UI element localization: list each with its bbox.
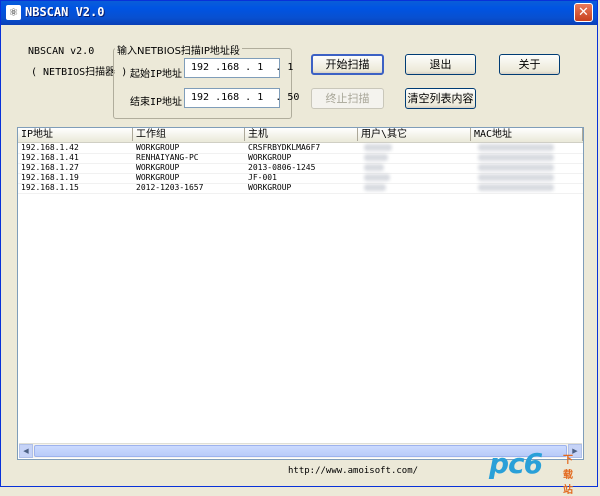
cell-host: WORKGROUP [248, 183, 292, 192]
stop-scan-button[interactable]: 终止扫描 [311, 88, 384, 109]
redacted-user [364, 184, 386, 191]
cell-host: JF-001 [248, 173, 277, 182]
redacted-mac [478, 154, 554, 161]
app-icon: ⚛ [6, 5, 21, 20]
redacted-mac [478, 144, 554, 151]
column-user[interactable]: 用户\其它 [358, 128, 471, 141]
end-ip-label: 结束IP地址 [130, 97, 183, 108]
cell-ip: 192.168.1.41 [21, 153, 79, 162]
cell-workgroup: 2012-1203-1657 [136, 183, 204, 192]
table-row[interactable]: 192.168.1.15 2012-1203-1657 WORKGROUP [18, 183, 583, 194]
app-version-label: NBSCAN v2.0 [28, 46, 95, 57]
cell-ip: 192.168.1.42 [21, 143, 79, 152]
exit-button[interactable]: 退出 [405, 54, 476, 75]
start-ip-label: 起始IP地址 [130, 69, 183, 80]
redacted-mac [478, 184, 554, 191]
cell-host: WORKGROUP [248, 153, 292, 162]
cell-workgroup: WORKGROUP [136, 163, 180, 172]
column-ip[interactable]: IP地址 [18, 128, 133, 141]
watermark-logo: pc6 下载站 [489, 447, 573, 496]
redacted-mac [478, 164, 554, 171]
redacted-user [364, 154, 388, 161]
end-ip-input[interactable]: 192 .168 . 1 . 50 [184, 88, 299, 108]
cell-ip: 192.168.1.15 [21, 183, 79, 192]
close-button[interactable]: ✕ [574, 3, 593, 22]
results-list[interactable]: IP地址 工作组 主机 用户\其它 MAC地址 192.168.1.42 WOR… [17, 127, 584, 460]
column-host[interactable]: 主机 [245, 128, 358, 141]
about-button[interactable]: 关于 [499, 54, 560, 75]
window-title: NBSCAN V2.0 [25, 5, 105, 19]
scrollbar-thumb[interactable] [34, 445, 567, 457]
cell-host: CRSFRBYDKLMA6F7 [248, 143, 321, 152]
column-mac[interactable]: MAC地址 [471, 128, 583, 141]
cell-ip: 192.168.1.19 [21, 173, 79, 182]
scroll-left-icon[interactable]: ◀ [19, 444, 33, 458]
cell-workgroup: RENHAIYANG-PC [136, 153, 199, 162]
title-bar[interactable]: ⚛ NBSCAN V2.0 ✕ [1, 1, 597, 25]
cell-host: 2013-0806-1245 [248, 163, 316, 172]
cell-ip: 192.168.1.27 [21, 163, 79, 172]
website-url: http://www.amoisoft.com/ [288, 466, 419, 476]
redacted-user [364, 144, 392, 151]
redacted-user [364, 174, 390, 181]
app-window: ⚛ NBSCAN V2.0 ✕ NBSCAN v2.0 ( NETBIOS扫描器… [0, 0, 598, 496]
redacted-mac [478, 174, 554, 181]
watermark-sub: 下载站 [563, 455, 573, 496]
cell-workgroup: WORKGROUP [136, 173, 180, 182]
redacted-user [364, 164, 384, 171]
watermark-text: pc6 [489, 447, 543, 480]
start-ip-input[interactable]: 192 .168 . 1 . 1 [184, 58, 293, 78]
ip-range-group-title: 输入NETBIOS扫描IP地址段 [115, 42, 242, 57]
clear-list-button[interactable]: 清空列表内容 [405, 88, 476, 109]
column-workgroup[interactable]: 工作组 [133, 128, 245, 141]
list-header: IP地址 工作组 主机 用户\其它 MAC地址 [18, 128, 583, 143]
cell-workgroup: WORKGROUP [136, 143, 180, 152]
start-scan-button[interactable]: 开始扫描 [311, 54, 384, 75]
